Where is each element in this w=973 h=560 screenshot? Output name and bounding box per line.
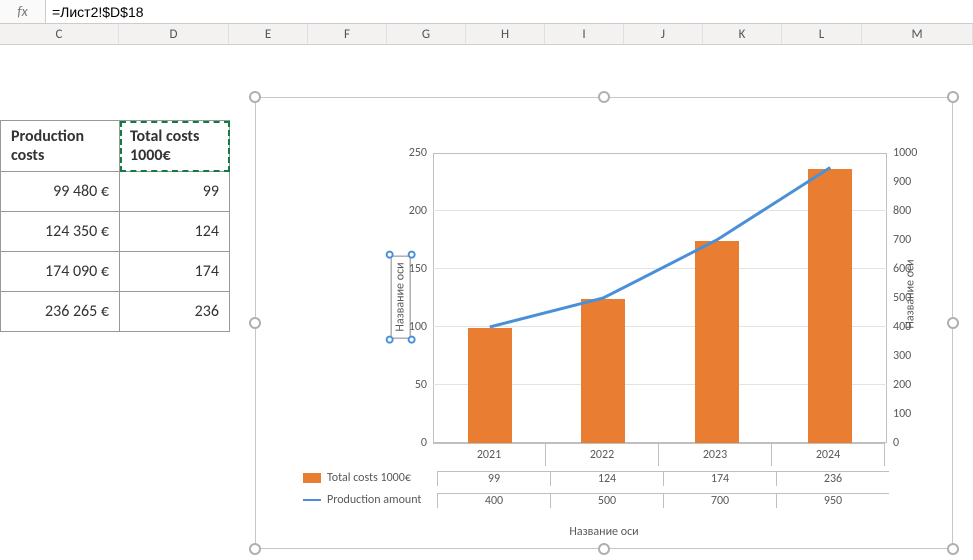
cell[interactable]: 174: [120, 252, 230, 292]
dt-cell: 99: [437, 471, 550, 486]
dt-row-bars: Total costs 1000€ 99 124 174 236: [299, 467, 897, 489]
legend-line-label: Production amount: [327, 493, 421, 507]
dt-cell: 124: [550, 471, 663, 486]
cell[interactable]: 124: [120, 212, 230, 252]
fx-icon[interactable]: fx: [0, 0, 46, 23]
y2-tick: 700: [893, 233, 933, 247]
dt-cell: 400: [437, 493, 550, 508]
dt-cell: 700: [663, 493, 776, 508]
cell[interactable]: 236 265 €: [1, 292, 120, 332]
table-row[interactable]: 124 350 €124: [1, 212, 230, 252]
y2-tick: 400: [893, 320, 933, 334]
cell[interactable]: 174 090 €: [1, 252, 120, 292]
column-headers: C D E F G H I J K L M: [0, 24, 973, 45]
chart-data-table: Total costs 1000€ 99 124 174 236 Product…: [299, 467, 897, 511]
table-row[interactable]: 99 480 €99: [1, 172, 230, 212]
x-tick: 2022: [546, 443, 659, 466]
y2-tick: 600: [893, 262, 933, 276]
legend-line[interactable]: Production amount: [299, 493, 437, 507]
col-header-d[interactable]: D: [119, 24, 229, 44]
y-tick: 0: [387, 436, 427, 450]
dt-cell: 500: [550, 493, 663, 508]
x-tick: 2021: [433, 443, 546, 466]
y-tick: 50: [387, 378, 427, 392]
y2-tick: 1000: [893, 146, 933, 160]
y2-tick: 500: [893, 291, 933, 305]
spreadsheet-app: fx C D E F G H I J K L M Production cost…: [0, 0, 973, 560]
dt-cell: 950: [776, 493, 889, 508]
legend-bars[interactable]: Total costs 1000€: [299, 471, 437, 485]
y2-tick: 300: [893, 349, 933, 363]
chart-object[interactable]: Название оси Название оси Название оси: [247, 89, 961, 557]
swatch-line-icon: [303, 499, 321, 501]
table-row[interactable]: 174 090 €174: [1, 252, 230, 292]
y2-tick: 800: [893, 204, 933, 218]
selection-handle[interactable]: [386, 250, 394, 258]
y2-tick: 100: [893, 407, 933, 421]
col-header-f[interactable]: F: [308, 24, 387, 44]
col-header-i[interactable]: I: [545, 24, 624, 44]
line-series[interactable]: [433, 153, 887, 443]
dt-row-line: Production amount 400 500 700 950: [299, 489, 897, 511]
col-header-l[interactable]: L: [782, 24, 862, 44]
formula-bar: fx: [0, 0, 973, 24]
x-tick: 2023: [659, 443, 772, 466]
selection-handle[interactable]: [408, 250, 416, 258]
col-header-j[interactable]: J: [624, 24, 703, 44]
legend-bars-label: Total costs 1000€: [327, 471, 411, 485]
selection-handle[interactable]: [386, 336, 394, 344]
y2-tick: 0: [893, 436, 933, 450]
formula-input[interactable]: [46, 0, 973, 23]
col-header-e[interactable]: E: [229, 24, 308, 44]
selection-handle[interactable]: [408, 336, 416, 344]
table-header-total[interactable]: Total costs 1000€: [120, 121, 230, 172]
plot-area[interactable]: 0 50 100 150 200 250 0 100 200 300 400 5…: [433, 153, 887, 443]
cell[interactable]: 236: [120, 292, 230, 332]
table-header-costs[interactable]: Production costs: [1, 121, 120, 172]
y-tick: 200: [387, 204, 427, 218]
cell[interactable]: 99 480 €: [1, 172, 120, 212]
data-table: Production costs Total costs 1000€ 99 48…: [0, 120, 230, 332]
col-header-c[interactable]: C: [0, 24, 119, 44]
table-row[interactable]: 236 265 €236: [1, 292, 230, 332]
cell[interactable]: 124 350 €: [1, 212, 120, 252]
col-header-g[interactable]: G: [387, 24, 466, 44]
dt-cell: 174: [663, 471, 776, 486]
y2-tick: 900: [893, 175, 933, 189]
y-tick: 150: [387, 262, 427, 276]
x-tick: 2024: [772, 443, 885, 466]
swatch-bar-icon: [303, 473, 321, 483]
cell[interactable]: 99: [120, 172, 230, 212]
col-header-k[interactable]: K: [703, 24, 782, 44]
axis-title-bottom[interactable]: Название оси: [255, 525, 953, 539]
dt-cell: 236: [776, 471, 889, 486]
col-header-m[interactable]: M: [862, 24, 973, 44]
y2-tick: 200: [893, 378, 933, 392]
y-tick: 100: [387, 320, 427, 334]
chart-area[interactable]: Название оси Название оси Название оси: [255, 97, 953, 549]
y-tick: 250: [387, 146, 427, 160]
col-header-h[interactable]: H: [466, 24, 545, 44]
worksheet-area[interactable]: Production costs Total costs 1000€ 99 48…: [0, 45, 973, 560]
